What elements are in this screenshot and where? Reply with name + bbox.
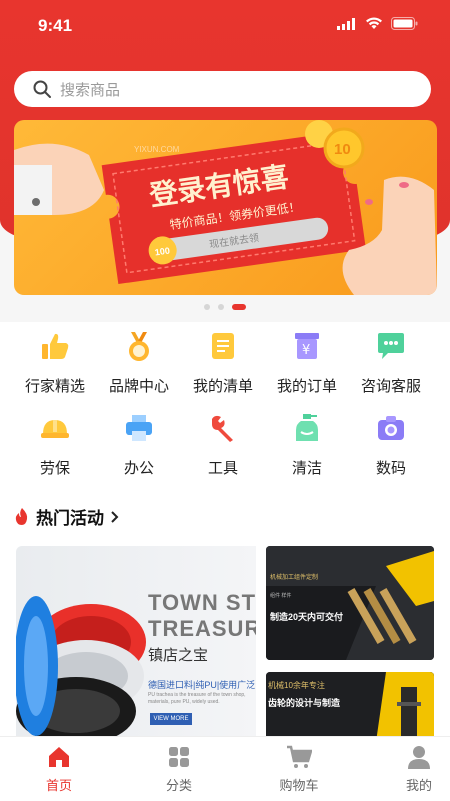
card-headline-cn: 镇店之宝 — [148, 647, 209, 664]
activity-card-gears[interactable]: 机械10余年专注 齿轮的设计与制造 — [266, 672, 434, 742]
entry-label: 行家精选 — [24, 378, 85, 395]
entry-label: 咨询客服 — [360, 378, 421, 395]
activity-card-custom-parts[interactable]: 机械加工组件定制 组件 样件 制造20天内可交付 — [266, 546, 434, 660]
category-icon — [169, 747, 189, 767]
card2-line2: 组件 样件 — [270, 593, 292, 599]
cart-icon — [287, 745, 312, 768]
camera-icon — [378, 416, 404, 440]
coupon-value: 100 — [154, 245, 170, 257]
carousel-indicator[interactable] — [0, 304, 450, 310]
card-desc-1: PU trachea is the treasure of the town s… — [148, 692, 246, 698]
tab-cart[interactable]: 购物车 — [254, 745, 344, 794]
wrench-icon — [212, 415, 233, 442]
entry-my-list[interactable]: 我的清单 — [178, 330, 268, 396]
hot-activities-header[interactable]: 热门活动 — [14, 504, 120, 529]
card3-line2: 齿轮的设计与制造 — [268, 698, 341, 708]
user-icon — [408, 746, 430, 769]
spray-bottle-icon — [296, 414, 318, 441]
helmet-icon — [41, 420, 69, 438]
medal-icon — [129, 332, 149, 361]
printer-icon — [126, 415, 152, 441]
entry-my-orders[interactable]: ¥ 我的订单 — [262, 330, 352, 396]
yuan-order-icon: ¥ — [295, 333, 319, 359]
carousel-dot[interactable] — [218, 304, 224, 310]
bottom-tab-bar: 首页 分类 购物车 我的 — [0, 736, 450, 801]
entry-tools[interactable]: 工具 — [178, 412, 268, 478]
entry-cleaning[interactable]: 清洁 — [262, 412, 352, 478]
hot-activities-title: 热门活动 — [36, 509, 104, 528]
thumbs-up-icon — [42, 333, 69, 359]
list-icon — [212, 333, 234, 359]
search-icon — [33, 80, 51, 98]
signal-icon — [337, 17, 355, 30]
entry-label: 工具 — [207, 460, 238, 477]
card-desc-2: materials, pure PU, widely used. — [148, 699, 220, 705]
carousel-dot-active[interactable] — [232, 304, 246, 310]
tab-label: 购物车 — [279, 778, 319, 793]
entry-label: 我的订单 — [276, 378, 337, 395]
quick-entry-grid: 行家精选 品牌中心 我的清单 ¥ 我的订单 咨询客服 劳保 办公 工具 清洁 数… — [0, 322, 450, 482]
tab-label: 我的 — [405, 778, 432, 793]
battery-icon — [391, 17, 418, 30]
entry-brand-center[interactable]: 品牌中心 — [94, 330, 184, 396]
chat-icon — [378, 333, 404, 359]
home-icon — [49, 747, 69, 767]
search-bar[interactable]: 搜索商品 — [14, 71, 431, 107]
entry-label: 我的清单 — [192, 378, 253, 395]
search-placeholder: 搜索商品 — [60, 81, 121, 99]
card2-line1: 机械加工组件定制 — [270, 575, 319, 581]
entry-label: 办公 — [123, 460, 154, 477]
carousel-dot[interactable] — [204, 304, 210, 310]
flame-icon — [15, 507, 28, 525]
entry-customer-service[interactable]: 咨询客服 — [346, 330, 436, 396]
entry-label: 清洁 — [291, 460, 322, 477]
tab-label: 分类 — [165, 778, 192, 793]
tubing-artwork — [16, 596, 146, 745]
status-bar: 9:41 — [0, 0, 450, 52]
entry-label: 品牌中心 — [108, 378, 169, 395]
wifi-icon — [366, 17, 382, 29]
status-icons — [337, 17, 418, 30]
tab-profile[interactable]: 我的 — [374, 745, 450, 794]
coin-value: 10 — [334, 141, 351, 158]
tab-home[interactable]: 首页 — [14, 745, 104, 794]
tab-label: 首页 — [45, 778, 72, 793]
entry-label: 劳保 — [39, 460, 70, 477]
card-tagline: 德国进口料|纯PU|使用广泛 — [148, 680, 256, 690]
activity-card-town-treasure[interactable]: TOWN ST TREASUR 镇店之宝 德国进口料|纯PU|使用广泛 PU t… — [16, 546, 256, 746]
banner-site: YIXUN.COM — [134, 145, 180, 154]
hot-activities-section: 热门活动 TOWN ST TREASUR 镇店之宝 德国进口料|纯PU|使用广泛… — [0, 482, 450, 746]
parts-artwork — [266, 546, 434, 660]
banner-artwork: YIXUN.COM 登录有惊喜 特价商品！领券价更低！ 100 现在就去领 10 — [14, 120, 437, 295]
card-view-more-button[interactable]: VIEW MORE — [150, 713, 192, 725]
promo-banner[interactable]: YIXUN.COM 登录有惊喜 特价商品！领券价更低！ 100 现在就去领 10 — [14, 120, 437, 295]
entry-label: 数码 — [375, 460, 406, 477]
card-headline-en-2: TREASUR — [148, 616, 256, 641]
svg-text:¥: ¥ — [302, 343, 310, 358]
card3-line1: 机械10余年专注 — [268, 681, 325, 690]
card-headline-en-1: TOWN ST — [148, 590, 256, 615]
card2-line3: 制造20天内可交付 — [270, 612, 344, 622]
tab-category[interactable]: 分类 — [134, 745, 224, 794]
entry-expert-picks[interactable]: 行家精选 — [10, 330, 100, 396]
chevron-right-icon — [111, 510, 119, 523]
entry-office[interactable]: 办公 — [94, 412, 184, 478]
banner-cuff — [14, 165, 52, 215]
status-time: 9:41 — [38, 16, 73, 35]
entry-labor-protection[interactable]: 劳保 — [10, 412, 100, 478]
entry-digital[interactable]: 数码 — [346, 412, 436, 478]
